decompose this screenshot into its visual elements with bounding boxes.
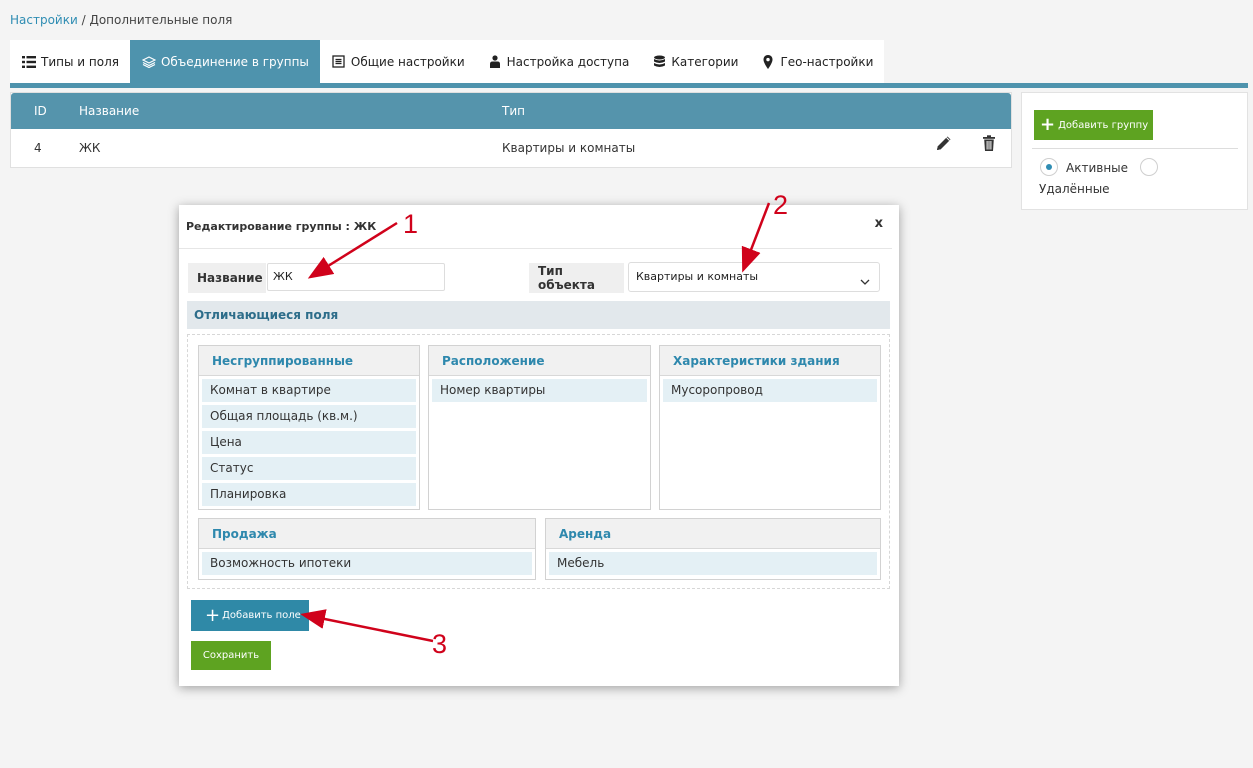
layers-icon	[141, 55, 157, 68]
group-card-ungrouped: Несгруппированные Комнат в квартире Обща…	[198, 345, 420, 510]
edit-group-dialog: Редактирование группы : ЖК x Название ЖК…	[179, 205, 899, 686]
chevron-down-icon	[859, 271, 871, 285]
plus-icon: +	[1040, 114, 1056, 135]
tab-general-settings[interactable]: Общие настройки	[320, 40, 476, 83]
close-button[interactable]: x	[875, 216, 883, 231]
add-field-label: Добавить поле	[222, 610, 301, 621]
annotation-number-3: 3	[432, 629, 448, 659]
radio-deleted-label: Удалённые	[1039, 182, 1110, 196]
save-button[interactable]: Сохранить	[191, 641, 271, 670]
row-id: 4	[34, 141, 42, 155]
dialog-title: Редактирование группы : ЖК	[186, 220, 377, 233]
list-item[interactable]: Возможность ипотеки	[202, 552, 532, 575]
list-item[interactable]: Статус	[202, 457, 416, 480]
tab-bar: Типы и поля Объединение в группы Общие н…	[10, 40, 885, 83]
list-item[interactable]: Планировка	[202, 483, 416, 506]
list-item[interactable]: Цена	[202, 431, 416, 454]
tab-label: Гео-настройки	[780, 54, 874, 69]
group-title: Аренда	[546, 519, 880, 549]
add-group-button[interactable]: + Добавить группу	[1034, 110, 1153, 140]
list-item[interactable]: Комнат в квартире	[202, 379, 416, 402]
section-title: Отличающиеся поля	[187, 301, 890, 329]
tab-categories[interactable]: Категории	[640, 40, 749, 83]
breadcrumb-settings-link[interactable]: Настройки	[10, 13, 78, 27]
plus-icon: +	[205, 604, 221, 626]
tab-underline	[10, 83, 1248, 88]
header-type: Тип	[502, 104, 525, 118]
row-name: ЖК	[79, 141, 101, 155]
object-type-select[interactable]: Квартиры и комнаты	[628, 262, 880, 292]
annotation-number-1: 1	[403, 209, 419, 239]
breadcrumb: Настройки / Дополнительные поля	[10, 13, 232, 27]
radio-active[interactable]	[1040, 158, 1058, 176]
header-name: Название	[79, 104, 140, 118]
tab-access-settings[interactable]: Настройка доступа	[476, 40, 641, 83]
table-header: ID Название Тип	[11, 93, 1011, 129]
tab-label: Общие настройки	[350, 54, 465, 69]
annotation-number-2: 2	[773, 190, 789, 220]
breadcrumb-separator: /	[77, 13, 90, 27]
document-icon	[331, 55, 347, 68]
map-pin-icon	[760, 54, 776, 69]
trash-icon[interactable]	[980, 129, 998, 151]
group-title: Продажа	[199, 519, 535, 549]
divider	[1032, 148, 1238, 149]
list-item[interactable]: Мебель	[549, 552, 877, 575]
list-icon	[21, 55, 37, 68]
tab-label: Типы и поля	[41, 54, 119, 69]
group-card-building: Характеристики здания Мусоропровод	[659, 345, 881, 510]
name-label: Название	[188, 263, 266, 293]
group-title: Характеристики здания	[660, 346, 880, 376]
pencil-icon[interactable]	[935, 129, 953, 150]
group-title: Расположение	[429, 346, 650, 376]
add-field-button[interactable]: + Добавить поле	[191, 600, 309, 631]
groups-table: ID Название Тип 4 ЖК Квартиры и комнаты	[10, 92, 1012, 168]
user-icon	[487, 55, 503, 68]
header-id: ID	[34, 104, 47, 118]
tab-types-and-fields[interactable]: Типы и поля	[10, 40, 130, 83]
tab-label: Категории	[671, 54, 739, 69]
list-item[interactable]: Мусоропровод	[663, 379, 877, 402]
group-card-location: Расположение Номер квартиры	[428, 345, 651, 510]
tab-label: Настройка доступа	[506, 54, 630, 69]
tab-geo-settings[interactable]: Гео-настройки	[749, 40, 884, 83]
database-icon	[651, 55, 667, 68]
list-item[interactable]: Номер квартиры	[432, 379, 647, 402]
object-type-value: Квартиры и комнаты	[636, 270, 759, 283]
name-input[interactable]: ЖК	[267, 263, 445, 291]
object-type-label: Тип объекта	[529, 263, 624, 293]
tab-grouping[interactable]: Объединение в группы	[129, 40, 320, 83]
table-row: 4 ЖК Квартиры и комнаты	[11, 129, 1011, 167]
breadcrumb-current: Дополнительные поля	[89, 13, 233, 27]
group-card-sale: Продажа Возможность ипотеки	[198, 518, 536, 580]
filter-panel: + Добавить группу Активные Удалённые	[1021, 92, 1248, 210]
groups-drop-area: Несгруппированные Комнат в квартире Обща…	[187, 334, 890, 589]
add-group-label: Добавить группу	[1058, 119, 1149, 131]
tab-label: Объединение в группы	[160, 54, 309, 69]
list-item[interactable]: Общая площадь (кв.м.)	[202, 405, 416, 428]
row-type: Квартиры и комнаты	[502, 141, 636, 155]
radio-active-label: Активные	[1066, 161, 1129, 175]
group-card-rent: Аренда Мебель	[545, 518, 881, 580]
radio-deleted[interactable]	[1140, 158, 1158, 176]
group-title: Несгруппированные	[199, 346, 419, 376]
